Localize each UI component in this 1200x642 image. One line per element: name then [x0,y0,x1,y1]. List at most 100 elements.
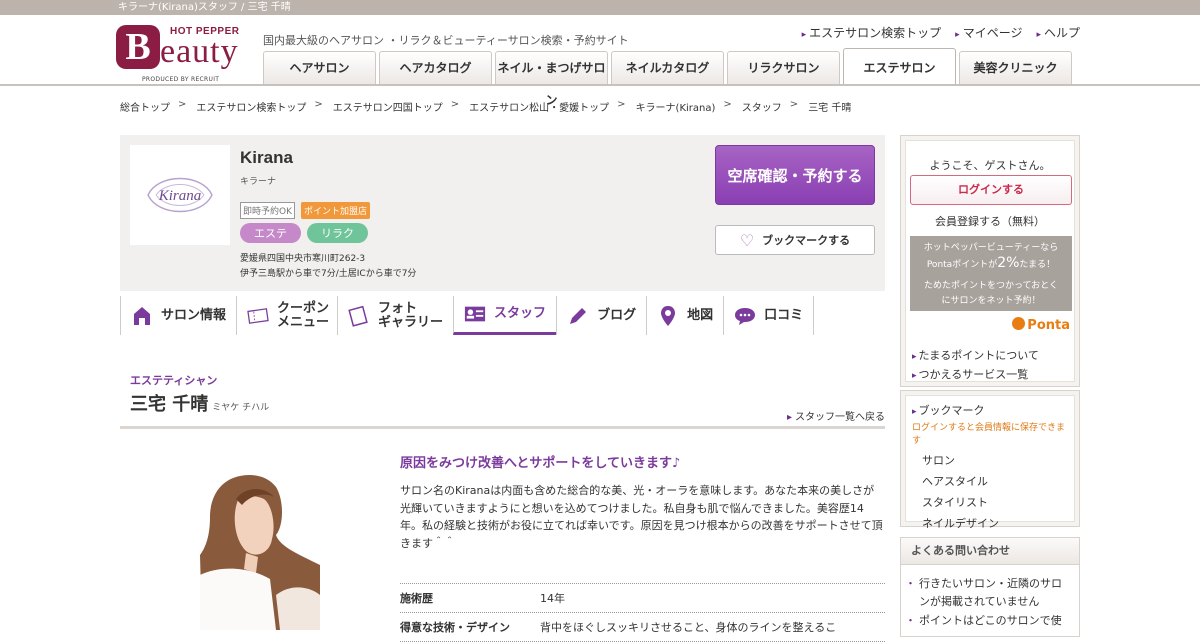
tab-label: 口コミ [764,307,804,323]
ponta-logo-text: Ponta [1027,318,1070,333]
bookmark-item-stylist[interactable]: スタイリスト [922,492,1068,513]
bookmark-label: ブックマークする [762,234,851,247]
point-links: たまるポイントについて つかえるサービス一覧 [912,347,1039,385]
bookmark-button[interactable]: ♡ ブックマークする [715,225,875,255]
info-key: 得意な技術・デザイン [400,621,510,634]
reserve-button[interactable]: 空席確認・予約する [715,145,875,205]
link-help[interactable]: ヘルプ [1036,24,1080,41]
faq-list: 行きたいサロン・近隣のサロンが掲載されていません ポイントはどこのサロンで使 [901,565,1079,630]
section-divider [120,426,885,429]
gnav-hair-salon[interactable]: ヘアサロン [263,51,376,84]
point-member-badge: ポイント加盟店 [301,202,371,219]
top-strip: キラーナ(Kirana)スタッフ / 三宅 千晴 [0,0,1200,15]
ponta-line: ためたポイントをつかっておとく [923,281,1058,291]
point-link[interactable]: つかえるサービス一覧 [912,366,1039,385]
staff-role: エステティシャン [130,374,218,387]
logo-produced-by: PRODUCED BY RECRUIT [142,76,220,83]
breadcrumb: 総合トップ > エステサロン検索トップ > エステサロン四国トップ > エステサロン松… [120,99,851,114]
tab-map[interactable]: 地図 [646,296,723,335]
tab-coupon-menu[interactable]: クーポン メニュー [236,296,337,335]
ponta-logo: Ponta [1012,317,1070,333]
genre-relax-badge: リラク [307,223,368,243]
point-link[interactable]: たまるポイントについて [912,347,1039,366]
gnav-nail-eyelash[interactable]: ネイル・まつげサロン [495,51,608,107]
staff-name-text: 三宅 千晴 [130,394,209,415]
header-links: エステサロン検索トップ マイページ ヘルプ [802,24,1080,41]
salon-logo: Kirana [130,145,230,245]
breadcrumb-separator: > [314,99,323,110]
bookmark-item-hairstyle[interactable]: ヘアスタイル [922,471,1068,492]
sidebar-login-box: ようこそ、ゲストさん。 ログインする 会員登録する（無料） ホットペッパービュー… [900,135,1080,387]
salon-logo-text: Kirana [158,188,202,204]
staff-name: 三宅 千晴 ミヤケ チハル [130,390,269,416]
tab-label: スタッフ [494,306,547,321]
tab-reviews[interactable]: 口コミ [723,296,815,335]
bookmark-item-nail-design[interactable]: ネイルデザイン [922,513,1068,534]
site-header: B HOT PEPPER eauty PRODUCED BY RECRUIT 国… [0,15,1200,107]
table-row: 施術歴 14年 [400,584,885,613]
gnav-hair-catalog[interactable]: ヘアカタログ [379,51,492,84]
logo-b-mark: B [116,25,160,69]
faq-item[interactable]: 行きたいサロン・近隣のサロンが掲載されていません [905,575,1071,611]
pen-icon [567,305,589,327]
logo-eauty-text: eauty [160,33,239,70]
breadcrumb-separator: > [789,99,799,110]
breadcrumb-item[interactable]: 総合トップ [120,99,170,114]
gnav-beauty-clinic[interactable]: 美容クリニック [959,51,1072,84]
faq-item[interactable]: ポイントはどこのサロンで使 [905,612,1071,630]
sidebar-bookmark-inner: ブックマーク ログインすると会員情報に保存できます サロン ヘアスタイル スタイ… [905,395,1075,530]
house-icon [131,305,153,327]
bookmark-title: ブックマーク [912,402,1068,418]
salon-access-line: 伊予三島駅から車で7分/土居ICから車で7分 [240,269,417,279]
photo-icon [348,305,370,327]
tab-photo-gallery[interactable]: フォト ギャラリー [337,296,453,335]
gnav-relax-salon[interactable]: リラクサロン [727,51,840,84]
breadcrumb-separator: > [617,99,626,110]
map-pin-icon [657,305,679,327]
staff-comment: サロン名のKiranaは内面も含めた総合的な美、光・オーラを意味します。あなた本… [400,484,883,550]
breadcrumb-item[interactable]: エステサロン松山・愛媛トップ [469,99,609,114]
staff-name-kana: ミヤケ チハル [212,403,270,413]
heart-icon: ♡ [739,230,755,250]
bookmark-note: ログインすると会員情報に保存できます [912,423,1066,446]
staff-catchphrase: 原因をみつけ改善へとサポートをしていきます♪ [400,456,681,471]
breadcrumb-separator: > [723,99,732,110]
salon-address: 愛媛県四国中央市寒川町262-3 伊予三島駅から車で7分/土居ICから車で7分 [240,252,416,282]
breadcrumb-separator: > [178,99,187,110]
info-value: 14年 [540,592,565,605]
login-button[interactable]: ログインする [910,175,1072,205]
welcome-text: ようこそ、ゲストさん。 [929,159,1051,172]
breadcrumb-item[interactable]: キラーナ(Kirana) [636,99,716,114]
salon-header-box: Kirana Kirana キラーナ 即時予約OK ポイント加盟店 エステ リラ… [120,135,885,291]
breadcrumb-item[interactable]: スタッフ [742,99,782,114]
ponta-rate: 2% [997,255,1020,271]
site-tagline: 国内最大級のヘアサロン ・リラク＆ビューティーサロン検索・予約サイト [263,34,629,47]
link-esthe-search-top[interactable]: エステサロン検索トップ [802,24,941,41]
salon-genres: エステ リラク [240,223,368,243]
ponta-line: にサロンをネット予約！ [941,296,1041,306]
tab-label: サロン情報 [161,307,227,323]
tab-salon-info[interactable]: サロン情報 [120,296,236,335]
breadcrumb-item[interactable]: エステサロン検索トップ [196,99,306,114]
gnav-esthe-salon[interactable]: エステサロン [843,48,956,84]
salon-address-line: 愛媛県四国中央市寒川町262-3 [240,254,366,264]
link-mypage[interactable]: マイページ [955,24,1023,41]
bookmark-list: サロン ヘアスタイル スタイリスト ネイルデザイン [922,450,1068,534]
salon-kana: キラーナ [240,177,277,187]
tab-label: フォト ギャラリー [378,300,444,330]
tab-label: 地図 [687,307,714,323]
register-link[interactable]: 会員登録する（無料） [906,213,1074,229]
tab-blog[interactable]: ブログ [556,296,646,335]
tab-staff[interactable]: スタッフ [453,296,557,335]
hotpepper-beauty-logo[interactable]: B HOT PEPPER eauty PRODUCED BY RECRUIT [116,25,248,91]
back-to-staff-list-link[interactable]: スタッフ一覧へ戻る [787,408,885,423]
gnav-nail-catalog[interactable]: ネイルカタログ [611,51,724,84]
global-nav: ヘアサロン ヘアカタログ ネイル・まつげサロン ネイルカタログ リラクサロン エ… [263,48,1072,107]
staff-card-icon [464,303,486,325]
salon-tab-nav: サロン情報 クーポン メニュー フォト ギャラリー スタッフ ブログ 地図 口コ… [120,296,815,335]
chat-bubble-icon [734,305,756,327]
breadcrumb-item[interactable]: エステサロン四国トップ [333,99,443,114]
ponta-promo-banner[interactable]: ホットペッパービューティーなら Pontaポイントが2%たまる！ ためたポイント… [910,236,1072,311]
sidebar-login-inner: ようこそ、ゲストさん。 ログインする 会員登録する（無料） ホットペッパービュー… [905,140,1075,382]
bookmark-item-salon[interactable]: サロン [922,450,1068,471]
